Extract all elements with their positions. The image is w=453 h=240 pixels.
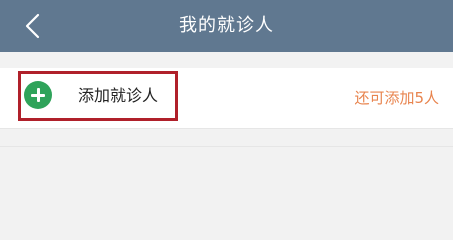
add-patient-label: 添加就诊人 bbox=[78, 86, 159, 105]
plus-circle-icon bbox=[24, 81, 52, 109]
page-title: 我的就诊人 bbox=[179, 15, 274, 36]
add-patient-button[interactable]: 添加就诊人 bbox=[18, 71, 178, 121]
back-button[interactable] bbox=[18, 10, 50, 42]
patient-list-panel: 添加就诊人 还可添加5人 bbox=[0, 68, 453, 128]
divider bbox=[0, 146, 453, 147]
divider bbox=[0, 128, 453, 129]
remaining-quota-text: 还可添加5人 bbox=[354, 89, 439, 107]
back-chevron-icon bbox=[25, 13, 40, 39]
navigation-bar: 我的就诊人 bbox=[0, 0, 453, 52]
